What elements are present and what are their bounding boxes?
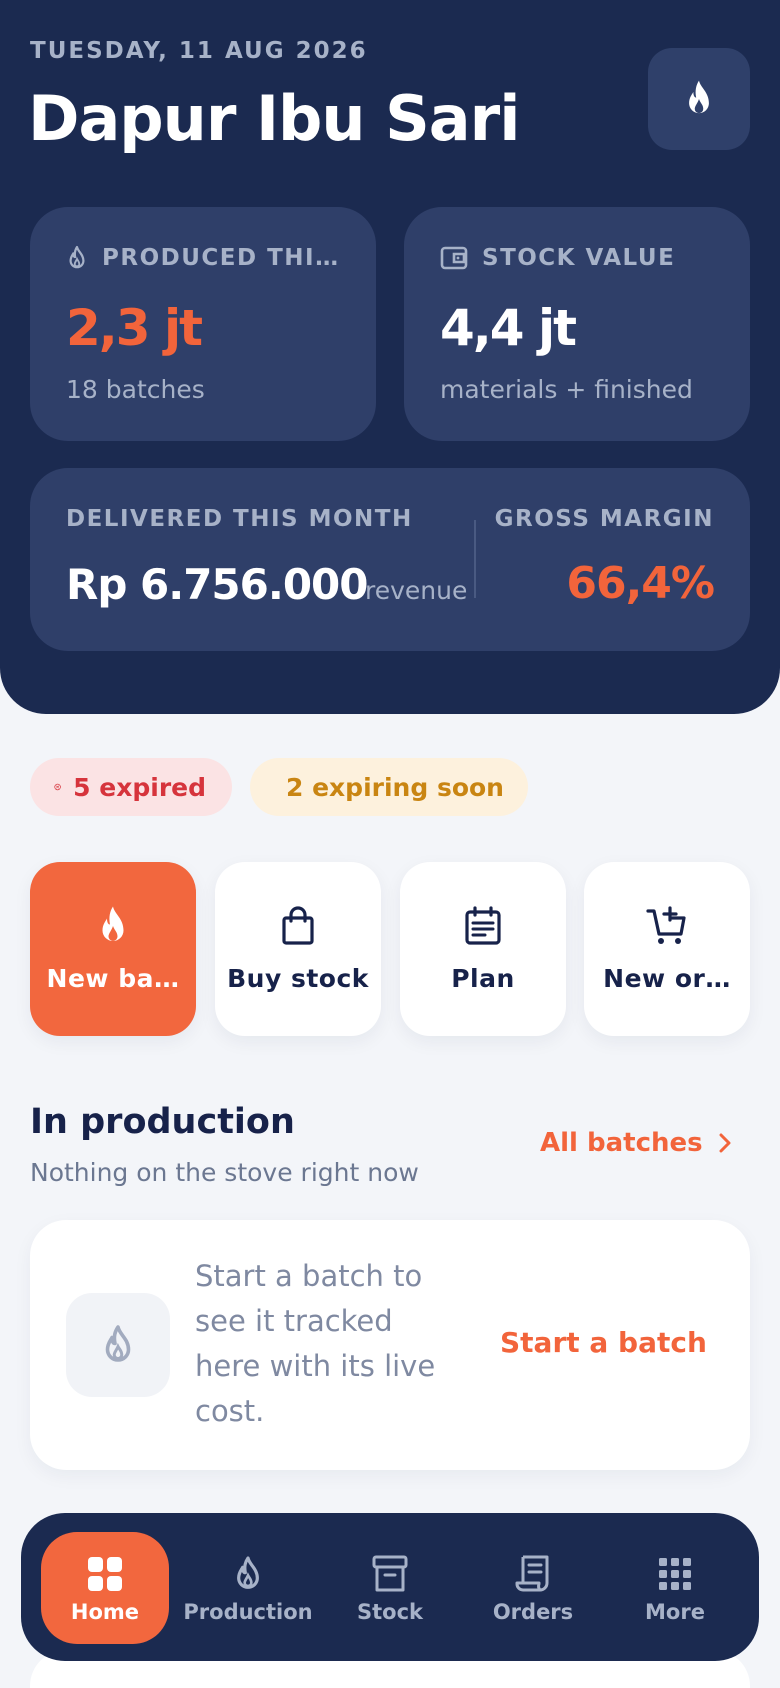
nav-label: More [645, 1600, 705, 1624]
nav-label: Stock [356, 1600, 423, 1624]
quick-action-label: Plan [451, 964, 515, 993]
receipt-icon [515, 1555, 549, 1592]
expiring-badge[interactable]: 2 expiring soon [250, 758, 528, 816]
nav-stock[interactable]: Stock [326, 1532, 454, 1644]
margin-value: 66,4% [566, 558, 715, 609]
quick-action-label: New ba… [46, 964, 180, 993]
nav-label: Production [183, 1600, 313, 1624]
empty-state-text: Start a batch to see it tracked here wit… [195, 1259, 436, 1428]
new-batch-button[interactable]: New ba… [30, 862, 196, 1036]
nav-label: Home [70, 1600, 140, 1624]
expired-badge[interactable]: 5 expired [30, 758, 232, 816]
delivered-revenue-card[interactable]: DELIVERED THIS MONTH Rp 6.756.000 revenu… [30, 468, 750, 651]
empty-production-card: Start a batch to see it tracked here wit… [30, 1220, 750, 1470]
nav-home[interactable]: Home [41, 1532, 169, 1644]
flame-icon [105, 1325, 131, 1362]
wallet-icon [440, 246, 468, 270]
stat-label: PRODUCED THI… [102, 245, 340, 271]
empty-state-icon-box [66, 1293, 170, 1397]
nav-label: Orders [492, 1600, 574, 1624]
bottom-navigation: Home Production Stock Orders More [21, 1513, 759, 1661]
delivered-value: Rp 6.756.000 [66, 560, 369, 609]
cart-add-icon [646, 906, 686, 944]
grid-icon [88, 1557, 122, 1591]
plan-button[interactable]: Plan [400, 862, 566, 1036]
header-action-button[interactable] [648, 48, 750, 150]
stat-subtext: materials + finished [440, 375, 693, 404]
nav-more[interactable]: More [611, 1532, 739, 1644]
x-circle-icon [54, 783, 61, 791]
link-label: All batches [540, 1128, 703, 1158]
new-order-button[interactable]: New or… [584, 862, 750, 1036]
flame-icon [102, 906, 124, 941]
dashboard-header: TUESDAY, 11 AUG 2026 Dapur Ibu Sari PROD… [0, 0, 780, 714]
stat-label: STOCK VALUE [482, 245, 676, 271]
divider [474, 520, 476, 598]
stock-value-card[interactable]: STOCK VALUE 4,4 jt materials + finished [404, 207, 750, 441]
quick-action-label: Buy stock [227, 964, 369, 993]
calendar-icon [465, 906, 501, 945]
margin-label: GROSS MARGIN [494, 506, 714, 532]
quick-action-label: New or… [603, 964, 731, 993]
stat-value: 2,3 jt [66, 299, 203, 357]
flame-icon [689, 80, 709, 114]
archive-icon [372, 1555, 408, 1592]
current-date: TUESDAY, 11 AUG 2026 [30, 38, 368, 64]
shopping-bag-icon [282, 906, 314, 945]
produced-stat-card[interactable]: PRODUCED THI… 2,3 jt 18 batches [30, 207, 376, 441]
section-subtitle: Nothing on the stove right now [30, 1158, 419, 1187]
delivered-unit: revenue [365, 576, 468, 605]
delivered-label: DELIVERED THIS MONTH [66, 506, 413, 532]
section-title: In production [30, 1102, 295, 1142]
expired-count: 5 expired [73, 772, 206, 802]
flame-icon [69, 245, 85, 269]
chevron-right-icon [719, 1133, 731, 1153]
all-batches-link[interactable]: All batches [540, 1128, 731, 1158]
stat-subtext: 18 batches [66, 375, 205, 404]
business-name: Dapur Ibu Sari [28, 82, 520, 155]
nav-production[interactable]: Production [183, 1532, 313, 1644]
apps-icon [659, 1558, 691, 1590]
expiring-count: 2 expiring soon [286, 772, 504, 802]
flame-icon [237, 1556, 259, 1589]
stat-value: 4,4 jt [440, 299, 577, 357]
nav-orders[interactable]: Orders [469, 1532, 597, 1644]
buy-stock-button[interactable]: Buy stock [215, 862, 381, 1036]
start-batch-button[interactable]: Start a batch [500, 1326, 707, 1359]
